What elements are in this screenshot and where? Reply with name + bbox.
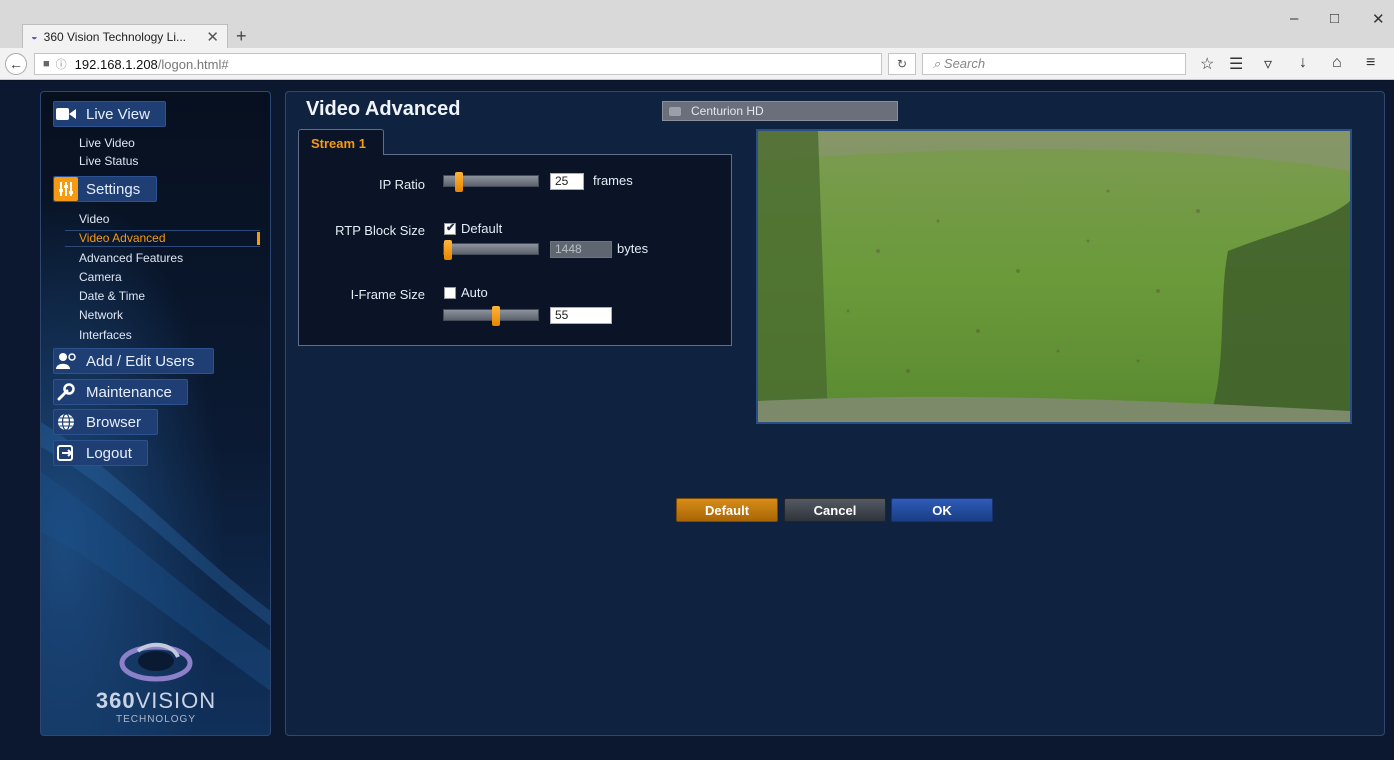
home-icon[interactable]: ⌂ [1332,54,1342,72]
rtp-default-checkbox[interactable]: Default [444,221,502,236]
sidebar: Live View Live Video Live Status Setting… [40,91,271,736]
preview-image [758,131,1350,422]
iframe-size-label: I-Frame Size [350,287,425,302]
checkbox-unchecked-icon[interactable] [444,286,456,299]
rtp-block-size-label: RTP Block Size [335,223,425,238]
pocket-icon[interactable]: ▿ [1264,54,1272,74]
section-label: Add / Edit Users [86,352,195,370]
iframe-size-input[interactable]: 55 [550,307,612,324]
tab-close-icon[interactable]: ✕ [206,28,219,46]
browser-nav-bar: ← ■ ⓘ 192.168.1.208 /logon.html# ↻ ⌕ Sea… [0,48,1394,80]
tab-title: 360 Vision Technology Li... [43,29,186,44]
browser-tab[interactable]: ◒ 360 Vision Technology Li... ✕ [22,24,228,48]
live-video-preview [756,129,1352,424]
camera-icon [669,106,681,116]
section-label: Live View [86,105,150,123]
camera-name-text: Centurion HD [691,104,764,118]
main-content: Video Advanced Centurion HD Stream 1 IP … [285,91,1385,736]
search-placeholder: Search [943,56,986,71]
sidebar-item-live-video[interactable]: Live Video [79,136,135,150]
section-settings[interactable]: Settings [53,176,157,202]
sidebar-item-advanced-features[interactable]: Advanced Features [79,251,183,265]
camera-name-badge: Centurion HD [662,101,898,121]
checkbox-checked-icon[interactable] [444,221,456,235]
sidebar-item-video[interactable]: Video [79,212,109,226]
section-label: Maintenance [86,383,172,401]
page-title: Video Advanced [306,98,461,120]
section-logout[interactable]: Logout [53,440,148,466]
sidebar-item-network[interactable]: Network [79,308,123,322]
address-bar[interactable]: ■ ⓘ 192.168.1.208 /logon.html# [34,53,882,75]
url-host: 192.168.1.208 [74,56,158,72]
sidebar-item-video-advanced[interactable]: Video Advanced [65,230,260,247]
bookmark-star-icon[interactable]: ☆ [1200,54,1214,74]
default-button[interactable]: Default [676,498,778,522]
ip-ratio-slider-knob[interactable] [455,172,463,192]
sidebar-item-live-status[interactable]: Live Status [79,154,138,168]
search-icon: ⌕ [933,56,941,71]
logout-icon [54,441,78,465]
browser-tab-bar: ◒ 360 Vision Technology Li... ✕ + – □ ✕ [0,0,1394,48]
section-label: Browser [86,413,142,431]
close-window-icon[interactable]: ✕ [1372,10,1385,28]
globe-icon [54,410,78,434]
iframe-size-slider[interactable] [443,306,539,326]
tab-stream-1[interactable]: Stream 1 [298,129,384,155]
section-label: Settings [86,180,141,198]
iframe-slider-knob[interactable] [492,306,500,326]
wrench-icon [54,380,78,404]
ip-ratio-input[interactable]: 25 [550,173,584,190]
section-add-edit-users[interactable]: Add / Edit Users [53,348,214,374]
page-icon: ■ [43,58,50,70]
rtp-block-size-input: 1448 [550,241,612,258]
logo-subtitle: TECHNOLOGY [115,714,196,725]
reading-list-icon[interactable]: ☰ [1229,54,1243,74]
logo-emblem [119,642,193,682]
iframe-auto-checkbox[interactable]: Auto [444,285,488,300]
site-favicon-icon: ◒ [31,30,38,43]
back-arrow-icon[interactable]: ← [5,53,27,75]
section-browser[interactable]: Browser [53,409,158,435]
maximize-icon[interactable]: □ [1330,10,1339,27]
download-icon[interactable]: ↓ [1299,54,1307,72]
active-indicator [257,232,260,245]
ip-ratio-label: IP Ratio [378,177,425,192]
ip-ratio-slider[interactable] [443,172,539,192]
reload-icon[interactable]: ↻ [888,53,916,75]
sidebar-item-label: Video Advanced [79,231,166,245]
ip-ratio-unit: frames [593,173,633,188]
camera-web-ui: Live View Live Video Live Status Setting… [0,81,1394,760]
search-input[interactable]: ⌕ Search [922,53,1186,75]
rtp-block-size-slider [443,240,539,260]
sliders-icon [54,177,78,201]
add-user-icon [54,349,78,373]
new-tab-button[interactable]: + [236,26,247,47]
iframe-auto-label: Auto [461,285,488,300]
url-path: /logon.html# [157,56,229,72]
menu-icon[interactable]: ≡ [1366,54,1375,72]
minimize-icon[interactable]: – [1290,10,1298,27]
rtp-slider-knob [444,240,452,260]
section-live-view[interactable]: Live View [53,101,166,127]
stream-settings-panel: IP Ratio 25 frames RTP Block Size Defaul… [298,154,732,346]
section-maintenance[interactable]: Maintenance [53,379,188,405]
video-camera-icon [54,102,78,126]
ok-button[interactable]: OK [891,498,993,522]
sidebar-item-interfaces[interactable]: Interfaces [79,328,132,342]
rtp-default-label: Default [461,221,503,236]
section-label: Logout [86,444,132,462]
info-icon[interactable]: ⓘ [56,56,67,72]
logo-text: 360VISION [95,688,217,713]
sidebar-item-camera[interactable]: Camera [79,270,122,284]
sidebar-item-date-time[interactable]: Date & Time [79,289,145,303]
rtp-block-size-unit: bytes [617,241,649,256]
cancel-button[interactable]: Cancel [784,498,886,522]
company-logo: 360VISION TECHNOLOGY [71,639,241,725]
